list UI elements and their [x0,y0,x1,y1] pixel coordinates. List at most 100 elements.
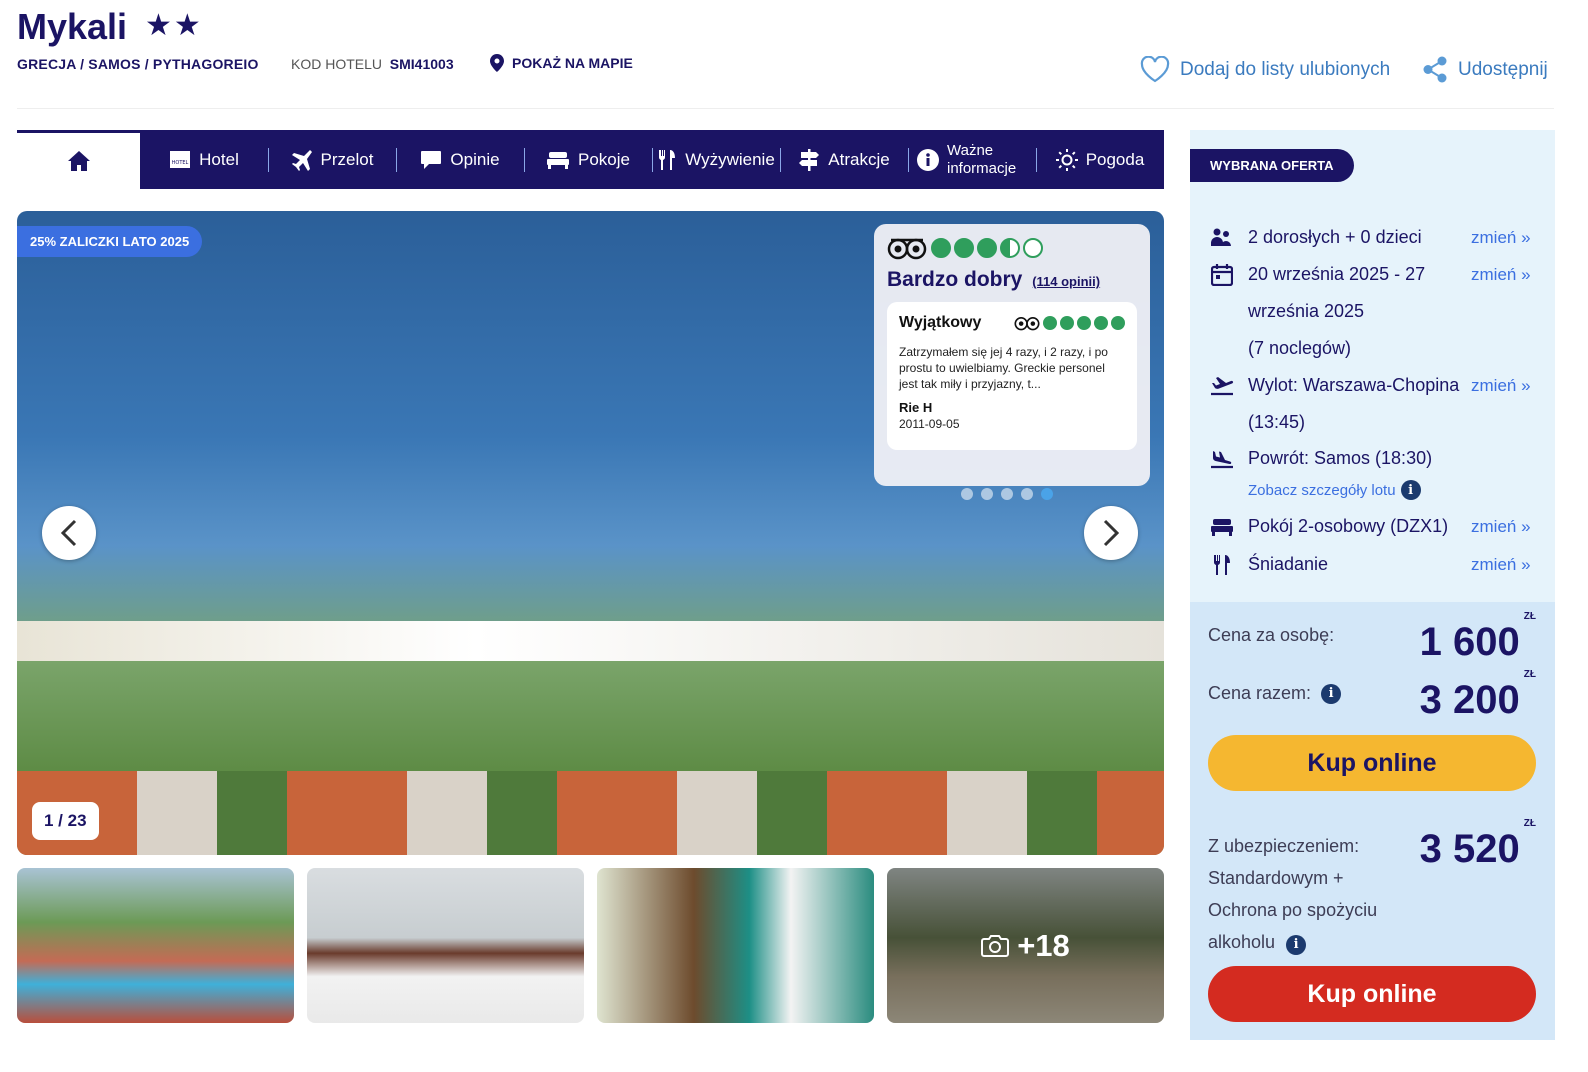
review-bubble [1111,316,1125,330]
review-title: Wyjątkowy [899,314,982,331]
tab-hotel[interactable]: HOTEL Hotel [140,130,268,189]
more-photos-count: +18 [1017,927,1070,963]
review-bubble [1077,316,1091,330]
bed-icon [1211,518,1233,536]
reviews-count-link[interactable]: (114 opinii) [1032,274,1100,289]
share-icon [1423,56,1447,83]
sun-icon [1055,148,1078,171]
currency-label: ZŁ [1523,668,1536,680]
tripadvisor-owl-icon [1014,316,1040,331]
hotel-code: KOD HOTELU SMI41003 [291,56,454,72]
flight-details-label: Zobacz szczegóły lotu [1248,481,1396,499]
hotel-code-label: KOD HOTELU [291,56,383,72]
currency-label: ZŁ [1523,610,1536,622]
tab-attractions[interactable]: Atrakcje [780,130,908,189]
thumbnail-photo[interactable] [17,868,294,1023]
rating-label-row: Bardzo dobry (114 opinii) [887,268,1137,292]
tab-home[interactable] [17,130,140,189]
hotel-tabs: HOTEL Hotel Przelot Opinie Pokoje Wyżywi… [17,130,1164,189]
tab-rooms[interactable]: Pokoje [524,130,652,189]
selected-offer-badge: WYBRANA OFERTA [1190,149,1354,182]
change-travelers-link[interactable]: zmień » [1471,228,1531,248]
thumbnail-more-photos[interactable]: +18 [887,868,1164,1023]
bed-icon [547,151,569,169]
previous-photo-button[interactable] [42,506,96,560]
info-icon[interactable]: i [1400,480,1421,500]
rating-bubbles [887,236,1137,260]
map-pin-icon [490,54,504,72]
review-header: Wyjątkowy [899,314,1125,332]
change-flight-link[interactable]: zmień » [1471,376,1531,396]
svg-text:HOTEL: HOTEL [172,160,189,166]
tab-important-info[interactable]: Ważne informacje [908,130,1036,189]
thumbnail-photo[interactable] [597,868,874,1023]
tab-board-label: Wyżywienie [685,149,775,169]
review-bubble [1094,316,1108,330]
rating-bubble [954,238,974,258]
carousel-dot[interactable] [1001,488,1013,500]
rating-bubble [1000,238,1020,258]
add-to-favorites-label: Dodaj do listy ulubionych [1180,58,1391,80]
review-text: Zatrzymałem się jej 4 razy, i 2 razy, i … [899,345,1108,391]
tripadvisor-rating-card[interactable]: Bardzo dobry (114 opinii) Wyjątkowy Zatr… [874,224,1150,486]
add-to-favorites-button[interactable]: Dodaj do listy ulubionych [1140,56,1390,83]
hotel-header: Mykali ★★ GRECJA / SAMOS / PYTHAGOREIO K… [0,0,1588,110]
tab-board[interactable]: Wyżywienie [652,130,780,189]
offer-room: Pokój 2-osobowy (DZX1) [1210,508,1448,545]
carousel-dot[interactable] [961,488,973,500]
travelers-text: 2 dorosłych + 0 dzieci [1248,227,1422,247]
rating-bubble [977,238,997,258]
carousel-dot[interactable] [1021,488,1033,500]
rating-bubble [1023,238,1043,258]
show-on-map-link[interactable]: POKAŻ NA MAPIE [490,54,633,72]
carousel-dot[interactable] [981,488,993,500]
hotel-icon: HOTEL [170,150,191,168]
review-card[interactable]: Wyjątkowy Zatrzymałem się jej 4 razy, i … [887,302,1137,450]
thumbnail-photo[interactable] [307,868,584,1023]
tab-flight[interactable]: Przelot [268,130,396,189]
breadcrumb[interactable]: GRECJA / SAMOS / PYTHAGOREIO [17,56,259,72]
change-room-link[interactable]: zmień » [1471,517,1531,537]
tab-weather-label: Pogoda [1085,149,1145,169]
review-score [1014,315,1125,331]
tab-attractions-label: Atrakcje [828,149,890,169]
offer-travelers: 2 dorosłych + 0 dzieci [1210,219,1422,256]
tab-reviews[interactable]: Opinie [396,130,524,189]
info-icon[interactable]: i [1286,935,1307,955]
header-divider [17,108,1554,109]
flight-details-link[interactable]: Zobacz szczegóły lotu i [1248,480,1421,500]
plane-takeoff-icon [1211,376,1234,395]
tab-rooms-label: Pokoje [578,149,630,169]
review-score-bubbles [1043,316,1125,330]
buy-online-button[interactable]: Kup online [1208,735,1536,791]
review-carousel-dots [961,488,1053,500]
home-icon [67,151,90,171]
share-label: Udostępnij [1458,58,1548,80]
price-per-person: 1 600ZŁ [1420,611,1536,665]
nights-text: (7 noclegów) [1248,338,1352,358]
speech-bubble-icon [421,150,442,169]
offer-departure: Wylot: Warszawa-Chopina (13:45) [1210,367,1465,441]
currency-label: ZŁ [1523,817,1536,829]
calendar-icon [1211,263,1233,286]
tripadvisor-owl-icon [887,238,927,260]
rating-bubble [931,238,951,258]
change-dates-link[interactable]: zmień » [1471,265,1531,285]
buy-online-with-insurance-button[interactable]: Kup online [1208,966,1536,1022]
photo-counter: 1 / 23 [32,802,99,840]
hotel-stars: ★★ [145,9,203,42]
rating-label: Bardzo dobry [887,268,1023,291]
departure-text: Wylot: Warszawa-Chopina (13:45) [1248,375,1460,432]
change-board-link[interactable]: zmień » [1471,555,1531,575]
review-date: 2011-09-05 [899,417,960,431]
next-photo-button[interactable] [1084,506,1138,560]
chevron-right-icon [1103,519,1120,547]
carousel-dot[interactable] [1041,488,1053,500]
tab-flight-label: Przelot [320,149,374,169]
tab-weather[interactable]: Pogoda [1036,130,1164,189]
share-button[interactable]: Udostępnij [1422,56,1548,83]
price-with-insurance-value: 3 520 [1419,827,1520,871]
info-icon[interactable]: i [1321,683,1342,704]
fork-knife-icon [1213,554,1230,575]
photo-pier [17,621,1164,661]
